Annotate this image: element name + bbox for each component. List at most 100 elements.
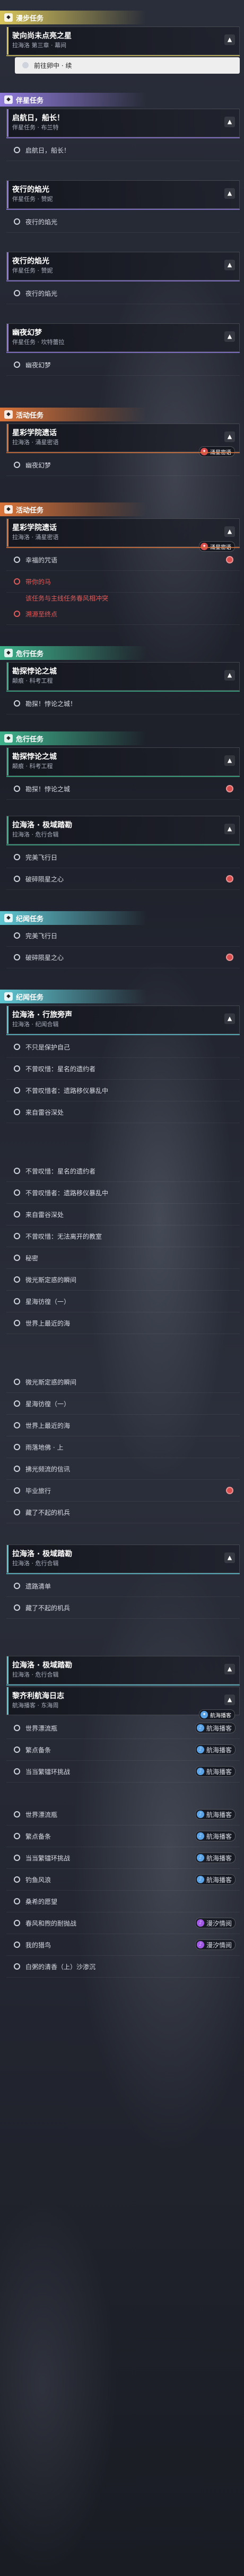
chevron-up-icon[interactable]: ▲ [224,1664,235,1674]
quest-card[interactable]: 星彩学院遗话 拉海洛 · 涌星密语 ▲ ✦ 涌星密语 [6,424,240,457]
objective-item[interactable]: 幽夜幻梦 [6,354,240,376]
objective-marker-icon [22,62,29,68]
objective-item[interactable]: 当当繁镭环挑战 ♪ 航海播客 [6,1847,240,1869]
objective-item[interactable]: 不曾叹惜者：遗路移仪暴乱中 [6,1080,240,1101]
quest-card[interactable]: 夜行的焰光 伴星任务 · 赞妮 ▲ [6,180,240,210]
quest-title: 启航日，船长！ [12,114,64,122]
objective-item[interactable]: 破碎陨星之心 [6,868,240,890]
pulse-icon: ◆ [4,649,13,657]
badge-icon: ♪ [196,1854,204,1862]
objective-item[interactable]: 星海彷徨（一） [6,1393,240,1415]
track-pin-icon[interactable] [226,954,233,961]
objective-item[interactable]: 桑希的愿望 [6,1891,240,1912]
quest-subtitle: 航海播客 · 东海周 [12,1702,59,1709]
objective-item[interactable]: 夜行的焰光 [6,283,240,304]
objective-marker-icon [14,1087,20,1093]
objective-item[interactable]: 繁点备条 ♪ 航海播客 [6,1825,240,1847]
quest-title: 勘探悖论之城 [12,667,57,676]
objective-item[interactable]: 世界漂流瓶 ♪ 航海播客 [6,1804,240,1825]
objective-item[interactable]: 来自雷谷深处 [6,1101,240,1123]
objective-item[interactable]: 雨落地佛 · 上 [6,1436,240,1458]
objective-item[interactable]: 溯源至终点 [6,603,240,625]
objective-item[interactable]: 不曾叹惜者：遗路移仪暴乱中 [6,1182,240,1204]
objective-item[interactable]: 微光斯定惑的瞬间 [6,1371,240,1393]
event-badge: ♪ 航海播客 [195,1874,236,1885]
objective-item[interactable]: 世界上最近的海 [6,1415,240,1436]
quest-card[interactable]: 勘探悖论之城 颠痕 · 科考工程 ▲ [6,747,240,777]
objective-item[interactable]: 藏了不起的机兵 [6,1502,240,1523]
chevron-up-icon[interactable]: ▲ [224,526,235,537]
quest-card[interactable]: 夜行的焰光 伴星任务 · 赞妮 ▲ [6,252,240,281]
objective-item[interactable]: 世界漂流瓶 ♪ 航海播客 [6,1717,240,1739]
objective-item[interactable]: 春风和煦的耐抛战 ♪ 漫汐情阅 [6,1912,240,1934]
quest-card[interactable]: 勘探悖论之城 颠痕 · 科考工程 ▲ [6,662,240,692]
chevron-up-icon[interactable]: ▲ [224,431,235,442]
objective-item[interactable]: 我的猎鸟 ♪ 漫汐情阅 [6,1934,240,1956]
objective-item[interactable]: 不曾叹惜：星名的遗约者 [6,1160,240,1182]
objective-item[interactable]: 世界上最近的海 [6,1312,240,1334]
track-pin-icon[interactable] [226,1487,233,1494]
track-pin-icon[interactable] [226,785,233,792]
objective-item[interactable]: 前往卵中 · 续 [15,57,240,74]
objective-item[interactable]: 拂光频流的信讯 [6,1458,240,1480]
track-pin-icon[interactable] [226,875,233,883]
quest-card[interactable]: 星彩学院遗话 拉海洛 · 涌星密语 ▲ ✦ 涌星密语 [6,518,240,552]
category-header: ◆ 活动任务 [0,408,244,421]
chevron-up-icon[interactable]: ▲ [224,1552,235,1563]
objective-item[interactable]: 星海彷徨（一） [6,1291,240,1312]
chevron-up-icon[interactable]: ▲ [224,1013,235,1024]
quest-section: 拉海洛 · 极域踏勘 拉海洛 · 危行合辑 ▲ 遗路清单 藏了不起的机兵 [0,1545,244,1619]
track-pin-icon[interactable] [226,556,233,563]
objective-item[interactable]: 该任务与主线任务春风相冲突 [6,593,240,603]
objective-item[interactable]: 幸福的咒语 [6,549,240,571]
objective-item[interactable]: 不只是保护自己 [6,1036,240,1058]
objective-item[interactable]: 当当繁镭环挑战 ♪ 航海播客 [6,1761,240,1783]
quest-card[interactable]: 黎齐利航海日志 航海播客 · 东海周 ▲ ✦ 航海播客 [6,1687,240,1720]
objective-item[interactable]: 钓鱼风浪 ♪ 航海播客 [6,1869,240,1891]
objective-item[interactable]: 秘密 [6,1247,240,1269]
objective-marker-icon [14,876,20,882]
quest-subtitle: 拉海洛 · 危行合辑 [12,1671,59,1678]
quest-section: 拉海洛 · 极域踏勘 拉海洛 · 危行合辑 ▲ 完美飞行日 破碎陨星之心 [0,816,244,890]
chevron-up-icon[interactable]: ▲ [224,260,235,270]
objective-item[interactable]: 不曾叹惜：星名的遗约者 [6,1058,240,1080]
objective-item[interactable]: 勘探！悖论之城 [6,778,240,800]
chevron-up-icon[interactable]: ▲ [224,188,235,199]
objective-item[interactable]: 微光斯定惑的瞬间 [6,1269,240,1291]
quest-title: 驶向尚未点亮之星 [12,32,72,40]
objective-item[interactable]: 破碎陨星之心 [6,947,240,968]
objective-item[interactable]: 完美飞行日 [6,925,240,947]
objective-item[interactable]: 毕业旅行 [6,1480,240,1502]
chevron-up-icon[interactable]: ▲ [224,117,235,127]
chevron-up-icon[interactable]: ▲ [224,1695,235,1705]
objective-item[interactable]: 启航日，船长！ [6,139,240,161]
objective-item[interactable]: 完美飞行日 [6,846,240,868]
objective-item[interactable]: 幽夜幻梦 [6,454,240,476]
quest-card[interactable]: 幽夜幻梦 伴星任务 · 坎特蕾拉 ▲ [6,323,240,353]
chevron-up-icon[interactable]: ▲ [224,331,235,342]
quest-card[interactable]: 拉海洛 · 极域踏勘 拉海洛 · 危行合辑 ▲ [6,1545,240,1574]
quest-card[interactable]: 启航日，船长！ 伴星任务 · 布兰特 ▲ [6,109,240,138]
objective-item[interactable]: 带你的马 [6,571,240,593]
objective-item[interactable]: 藏了不起的机兵 [6,1597,240,1619]
quest-card[interactable]: 拉海洛 · 极域踏勘 拉海洛 · 危行合辑 ▲ [6,816,240,845]
objective-item[interactable]: 来自雷谷深处 [6,1204,240,1225]
chevron-up-icon[interactable]: ▲ [224,34,235,45]
quest-card[interactable]: 驶向尚未点亮之星 拉海洛 第三章 · 幕间 ▲ [6,27,240,56]
chevron-up-icon[interactable]: ▲ [224,755,235,766]
objective-item[interactable]: 繁点备条 ♪ 航海播客 [6,1739,240,1761]
quest-card[interactable]: 拉海洛 · 极域踏勘 拉海洛 · 危行合辑 ▲ [6,1656,240,1686]
objective-item[interactable]: 白粥的清香（上）沙渗沉 [6,1956,240,1978]
objective-label: 带你的马 [25,578,51,586]
badge-icon: ♪ [196,1876,204,1883]
category-header: ◆ 危行任务 [0,646,244,660]
objective-item[interactable]: 遗路清单 [6,1575,240,1597]
quest-card[interactable]: 拉海洛 · 行旅旁声 拉海洛 · 纪闻合辑 ▲ [6,1005,240,1035]
chevron-up-icon[interactable]: ▲ [224,824,235,834]
event-badge: ♪ 航海播客 [195,1831,236,1841]
objective-item[interactable]: 不曾叹惜：无法离开的教室 [6,1225,240,1247]
objective-marker-icon [14,1298,20,1304]
objective-item[interactable]: 勘探！悖论之城！ [6,693,240,714]
chevron-up-icon[interactable]: ▲ [224,670,235,681]
objective-item[interactable]: 夜行的焰光 [6,211,240,233]
